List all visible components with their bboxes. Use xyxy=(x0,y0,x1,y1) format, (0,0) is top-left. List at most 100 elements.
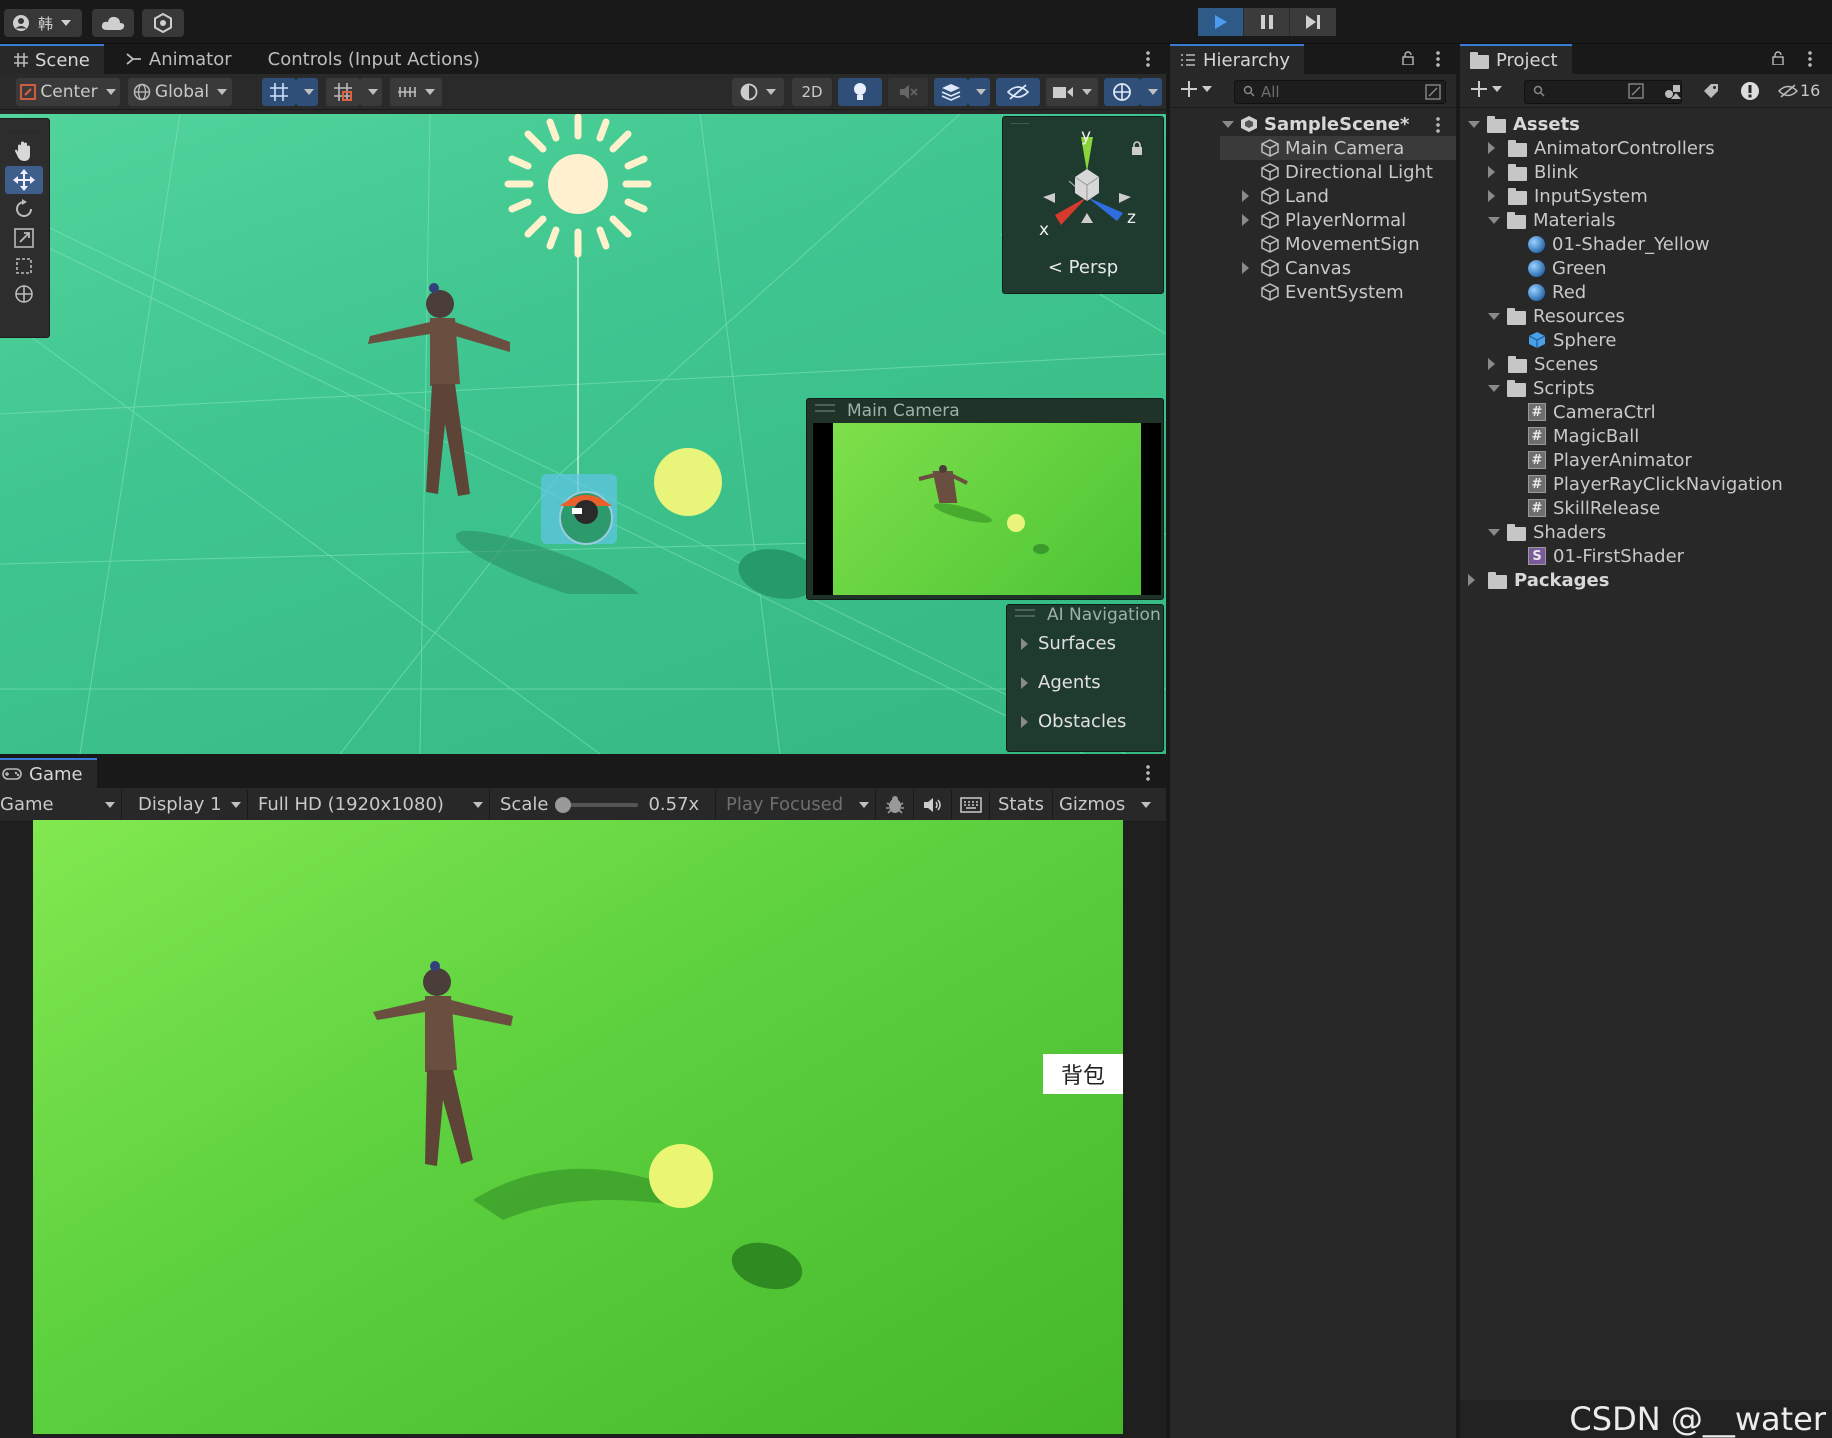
grid-snap-dropdown[interactable] xyxy=(296,77,318,106)
project-item[interactable]: # SkillRelease xyxy=(1508,496,1660,520)
effects-toggle[interactable] xyxy=(934,77,968,106)
ai-nav-obstacles[interactable]: Obstacles xyxy=(1021,711,1126,732)
increment-snap-dropdown[interactable] xyxy=(360,77,382,106)
hierarchy-item[interactable]: Directional Light xyxy=(1242,160,1433,184)
hierarchy-item[interactable]: PlayerNormal xyxy=(1242,208,1406,232)
magic-ball[interactable] xyxy=(654,448,722,516)
search-scope-icon[interactable] xyxy=(1425,84,1441,100)
collapse-arrow-icon[interactable] xyxy=(1488,528,1500,536)
project-item[interactable]: Shaders xyxy=(1488,520,1606,544)
hierarchy-item[interactable]: MovementSign xyxy=(1242,232,1420,256)
backpack-button[interactable]: 背包 xyxy=(1043,1054,1123,1094)
game-view[interactable]: 背包 xyxy=(33,820,1123,1434)
grid-snap-button[interactable] xyxy=(262,77,296,106)
camera-gizmo-icon[interactable] xyxy=(540,474,620,554)
project-item[interactable]: # MagicBall xyxy=(1508,424,1639,448)
project-item[interactable]: Resources xyxy=(1488,304,1625,328)
view-dropdown[interactable]: Game xyxy=(0,789,122,820)
player-character[interactable] xyxy=(360,274,680,594)
play-mode-dropdown[interactable]: Play Focused xyxy=(716,789,876,820)
ai-nav-surfaces[interactable]: Surfaces xyxy=(1021,633,1116,654)
collapse-arrow-icon[interactable] xyxy=(1488,312,1500,320)
project-menu-icon[interactable] xyxy=(1808,50,1812,68)
pivot-dropdown[interactable]: Center xyxy=(16,77,120,106)
directional-light-icon[interactable] xyxy=(498,114,658,264)
project-item[interactable]: # PlayerAnimator xyxy=(1508,448,1692,472)
expand-arrow-icon[interactable] xyxy=(1468,574,1475,586)
scale-tool-icon[interactable] xyxy=(5,224,43,252)
move-tool-icon[interactable] xyxy=(5,166,43,194)
hierarchy-lock-icon[interactable] xyxy=(1402,51,1414,65)
gizmos-dropdown[interactable] xyxy=(1140,77,1162,106)
lighting-toggle[interactable] xyxy=(838,77,882,106)
shading-mode-dropdown[interactable] xyxy=(732,77,784,106)
hierarchy-item[interactable]: Land xyxy=(1242,184,1329,208)
increment-snap-button[interactable] xyxy=(326,77,360,106)
transform-tool-icon[interactable] xyxy=(5,280,43,308)
project-item[interactable]: Materials xyxy=(1488,208,1616,232)
tab-controls[interactable]: Controls (Input Actions) xyxy=(254,44,494,74)
hierarchy-add-button[interactable] xyxy=(1180,80,1212,98)
audio-toggle[interactable] xyxy=(888,77,928,106)
ai-nav-agents[interactable]: Agents xyxy=(1021,672,1101,693)
project-item[interactable]: Sphere xyxy=(1508,328,1616,352)
tab-game[interactable]: Game xyxy=(0,758,97,788)
project-item[interactable]: Red xyxy=(1508,280,1586,304)
step-button[interactable] xyxy=(1290,8,1336,36)
collapse-arrow-icon[interactable] xyxy=(1488,384,1500,392)
effects-dropdown[interactable] xyxy=(968,77,990,106)
lock-icon[interactable] xyxy=(1131,141,1143,155)
project-item[interactable]: Green xyxy=(1508,256,1607,280)
expand-arrow-icon[interactable] xyxy=(1488,142,1495,154)
game-menu-icon[interactable] xyxy=(1146,764,1150,782)
hidden-packages-toggle[interactable]: 16 xyxy=(1778,81,1820,100)
collab-button[interactable] xyxy=(142,9,184,37)
search-scope-icon[interactable] xyxy=(1628,83,1644,99)
expand-arrow-icon[interactable] xyxy=(1488,166,1495,178)
cloud-button[interactable] xyxy=(92,9,134,37)
scene-root-menu-icon[interactable] xyxy=(1436,116,1440,134)
gizmos-toggle[interactable] xyxy=(1104,77,1140,106)
project-item[interactable]: # CameraCtrl xyxy=(1508,400,1656,424)
audio-button[interactable] xyxy=(914,789,952,820)
project-item[interactable]: Assets xyxy=(1468,112,1580,136)
project-item[interactable]: Scenes xyxy=(1488,352,1598,376)
project-item[interactable]: InputSystem xyxy=(1488,184,1648,208)
ai-nav-handle[interactable] xyxy=(1015,609,1035,617)
expand-arrow-icon[interactable] xyxy=(1242,190,1249,202)
hand-tool-icon[interactable] xyxy=(5,137,43,165)
expand-arrow-icon[interactable] xyxy=(1242,262,1249,274)
project-item[interactable]: S 01-FirstShader xyxy=(1508,544,1684,568)
orientation-gizmo[interactable]: y x z < Persp xyxy=(1002,116,1164,294)
hierarchy-item[interactable]: Main Camera xyxy=(1242,136,1404,160)
scale-slider-thumb[interactable] xyxy=(555,796,572,813)
visibility-toggle[interactable] xyxy=(996,77,1040,106)
project-search-input[interactable] xyxy=(1524,80,1682,104)
expand-arrow-icon[interactable] xyxy=(1242,214,1249,226)
projection-toggle[interactable]: < Persp xyxy=(1003,257,1163,278)
scene-menu-icon[interactable] xyxy=(1146,50,1150,68)
preview-handle[interactable] xyxy=(815,404,835,412)
filter-type-icon[interactable] xyxy=(1664,82,1682,100)
bug-button[interactable] xyxy=(876,789,914,820)
axis-gizmo-icon[interactable]: y x z xyxy=(1003,117,1163,257)
warning-filter-icon[interactable] xyxy=(1740,81,1760,101)
project-item[interactable]: # PlayerRayClickNavigation xyxy=(1508,472,1783,496)
account-dropdown[interactable]: 韩 xyxy=(4,9,82,37)
pause-button[interactable] xyxy=(1244,8,1290,36)
gizmos-game-dropdown[interactable]: Gizmos xyxy=(1053,790,1157,820)
hierarchy-item[interactable]: Canvas xyxy=(1242,256,1351,280)
tab-scene[interactable]: Scene xyxy=(0,44,104,74)
game-magic-ball[interactable] xyxy=(649,1144,713,1208)
project-add-button[interactable] xyxy=(1470,80,1502,98)
tab-project[interactable]: Project xyxy=(1460,44,1572,74)
rotate-tool-icon[interactable] xyxy=(5,195,43,223)
scene-root[interactable]: SampleScene* xyxy=(1222,112,1409,136)
project-item[interactable]: Scripts xyxy=(1488,376,1595,400)
filter-label-icon[interactable] xyxy=(1702,82,1720,100)
expand-arrow-icon[interactable] xyxy=(1488,190,1495,202)
hierarchy-item[interactable]: EventSystem xyxy=(1242,280,1404,304)
project-item[interactable]: Packages xyxy=(1468,568,1609,592)
keyboard-button[interactable] xyxy=(952,789,990,820)
play-button[interactable] xyxy=(1198,8,1244,36)
